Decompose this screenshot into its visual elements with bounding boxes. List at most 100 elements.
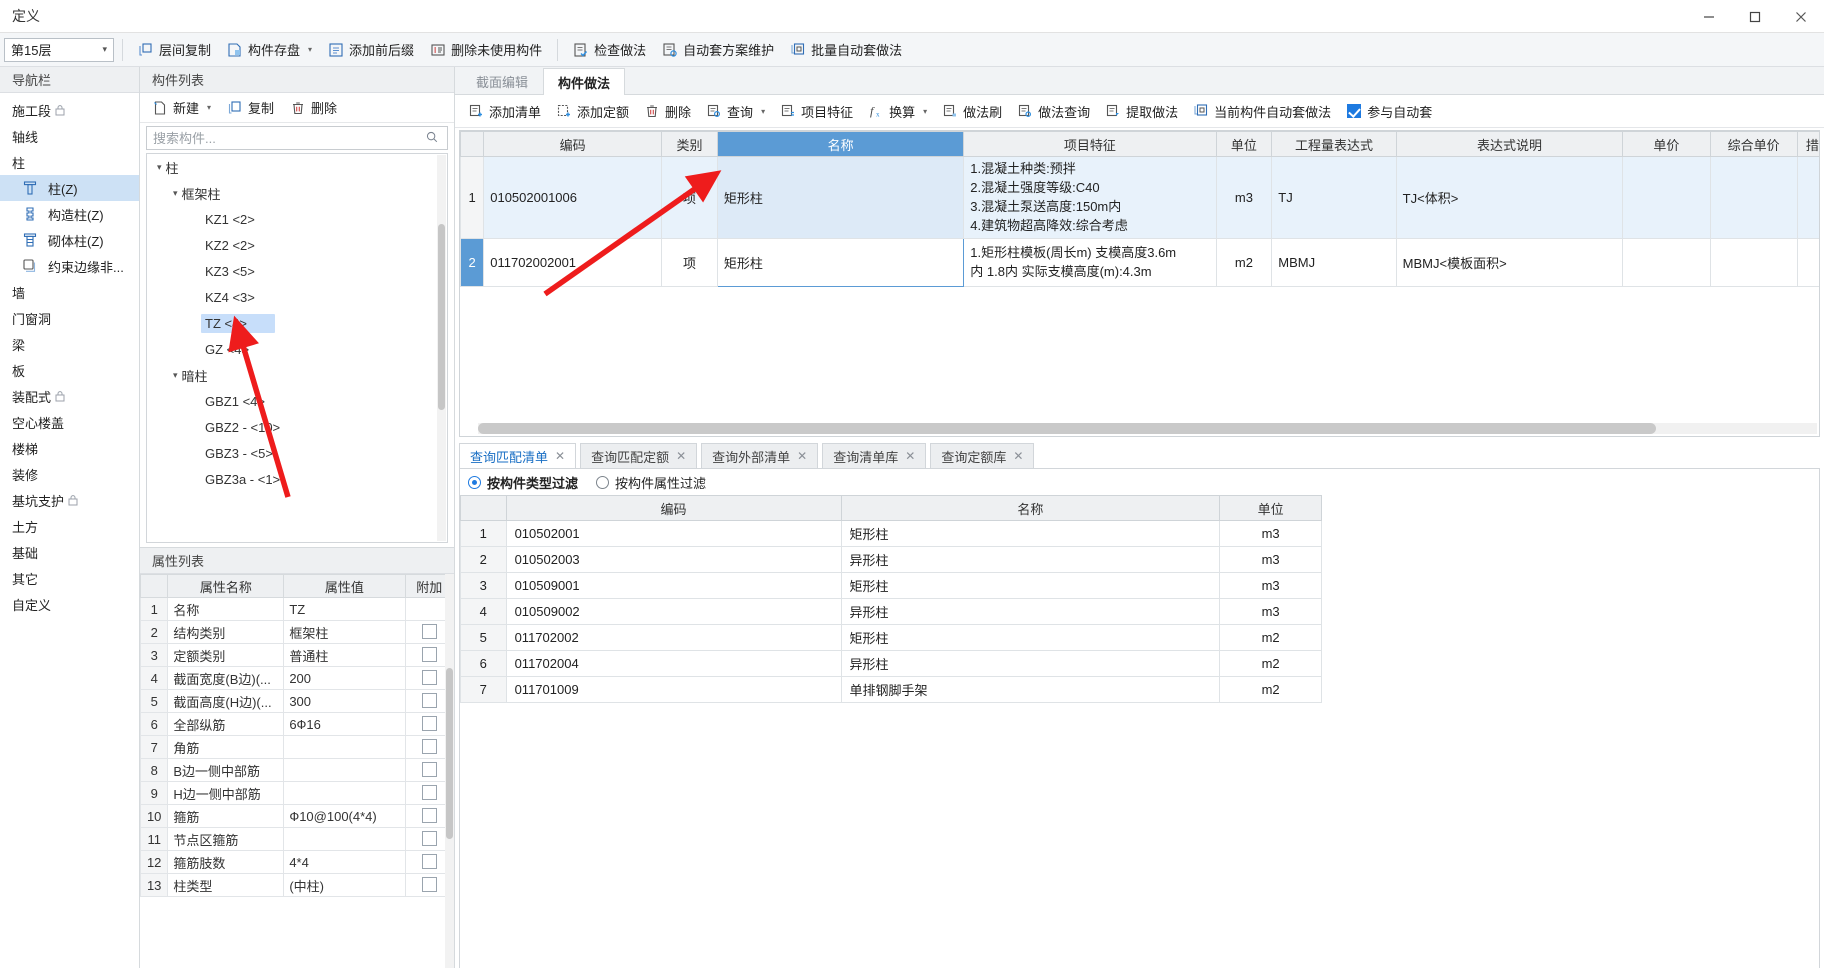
table-row[interactable]: 10 箍筋 Ф10@100(4*4) (140, 804, 454, 828)
auto-scheme-button[interactable]: 自动套方案维护 (655, 37, 781, 63)
sidebar-item-constraint-edge[interactable]: 约束边缘非... (0, 253, 139, 279)
attach-checkbox[interactable] (421, 853, 437, 869)
nav-item-slab[interactable]: 板 (0, 357, 139, 383)
nav-item-custom[interactable]: 自定义 (0, 591, 139, 617)
cell-expr-desc[interactable]: MBMJ<模板面积> (1395, 238, 1624, 288)
col-name[interactable]: 名称 (716, 131, 965, 157)
cell-comp-price[interactable] (1709, 238, 1798, 288)
table-row[interactable]: 4 010509002 异形柱 m3 (460, 598, 1322, 625)
convert-button[interactable]: f x 换算 ▾ (861, 98, 934, 124)
col-comp-price[interactable]: 综合单价 (1709, 131, 1798, 157)
table-row[interactable]: 1 名称 TZ (140, 597, 454, 621)
property-value[interactable] (283, 827, 406, 851)
cell-extra[interactable] (1796, 238, 1819, 288)
nav-item-other[interactable]: 其它 (0, 565, 139, 591)
col-unit[interactable]: 单位 (1215, 131, 1273, 157)
add-quota-button[interactable]: 添加定额 (549, 98, 636, 124)
property-value[interactable]: 框架柱 (283, 620, 406, 644)
batch-auto-method-button[interactable]: 批量自动套做法 (783, 37, 909, 63)
delete-method-button[interactable]: 删除 (637, 98, 698, 124)
radio-indicator[interactable] (468, 475, 481, 489)
cell-name[interactable]: 矩形柱 (716, 238, 965, 288)
project-feature-button[interactable]: 项目特征 (773, 98, 860, 124)
cell-qty-expr[interactable]: TJ (1271, 155, 1397, 240)
cell-name[interactable]: 矩形柱 (716, 155, 965, 240)
tree-node[interactable]: ▾ 柱 (147, 154, 447, 180)
nav-item-hollow-floor[interactable]: 空心楼盖 (0, 409, 139, 435)
property-value[interactable]: (中柱) (283, 873, 406, 897)
attach-checkbox[interactable] (421, 669, 437, 685)
nav-item-foundation[interactable]: 基础 (0, 539, 139, 565)
radio-indicator[interactable] (596, 475, 610, 489)
minimize-button[interactable] (1686, 0, 1732, 33)
tree-scrollbar-thumb[interactable] (438, 224, 445, 410)
property-scrollbar[interactable] (445, 574, 454, 968)
method-grid-hscrollbar[interactable] (478, 423, 1817, 434)
auto-apply-method-button[interactable]: 当前构件自动套做法 (1186, 98, 1338, 124)
col-code[interactable]: 编码 (483, 131, 663, 157)
sidebar-item-column-z[interactable]: 柱(Z) (0, 175, 139, 201)
attach-checkbox[interactable] (421, 807, 437, 823)
nav-item-beam[interactable]: 梁 (0, 331, 139, 357)
nav-item-column[interactable]: 柱 (0, 149, 139, 175)
property-value[interactable] (283, 735, 406, 759)
floor-select[interactable]: 第15层 ▾ (4, 37, 114, 62)
radio-filter-by-component-property[interactable]: 按构件属性过滤 (596, 473, 706, 492)
property-value[interactable]: TZ (283, 597, 406, 621)
tree-node[interactable]: KZ4 <3> (147, 284, 447, 310)
close-icon[interactable]: ✕ (676, 449, 686, 463)
table-row[interactable]: 2 011702002001 项 矩形柱 1.矩形柱模板(周长m) 支模高度3.… (460, 238, 1819, 288)
col-category[interactable]: 类别 (661, 131, 718, 157)
tree-node[interactable]: KZ3 <5> (147, 258, 447, 284)
table-row[interactable]: 7 角筋 (140, 735, 454, 759)
tab-query-matching-list[interactable]: 查询匹配清单 ✕ (459, 443, 577, 468)
property-value[interactable]: 普通柱 (283, 643, 406, 667)
query-button[interactable]: 查询 ▾ (699, 98, 772, 124)
sidebar-item-structural-column-z[interactable]: 构造柱(Z) (0, 201, 139, 227)
extract-method-button[interactable]: 提取做法 (1098, 98, 1185, 124)
col-price[interactable]: 单价 (1622, 131, 1711, 157)
save-component-button[interactable]: 构件存盘 ▾ (220, 37, 319, 63)
cell-category[interactable]: 项 (661, 238, 718, 288)
tree-node[interactable]: GZ <4> (147, 336, 447, 362)
tree-node[interactable]: ▾ 框架柱 (147, 180, 447, 206)
col-qty-expr[interactable]: 工程量表达式 (1271, 131, 1397, 157)
close-icon[interactable]: ✕ (797, 449, 807, 463)
table-row[interactable]: 7 011701009 单排钢脚手架 m2 (460, 676, 1322, 703)
copy-between-floors-button[interactable]: 层间复制 (131, 37, 218, 63)
tab-component-method[interactable]: 构件做法 (543, 68, 626, 95)
chevron-down-icon[interactable]: ▾ (173, 370, 178, 381)
tree-node-selected[interactable]: TZ <4> (147, 310, 447, 336)
cell-qty-expr[interactable]: MBMJ (1271, 238, 1397, 288)
cell-unit[interactable]: m2 (1215, 238, 1273, 288)
nav-item-foundation-pit[interactable]: 基坑支护 (0, 487, 139, 513)
property-value[interactable]: 300 (283, 689, 406, 713)
property-value[interactable] (283, 781, 406, 805)
table-row[interactable]: 2 010502003 异形柱 m3 (460, 546, 1322, 573)
cell-project-feature[interactable]: 1.矩形柱模板(周长m) 支模高度3.6m 内 1.8内 实际支模高度(m):4… (963, 238, 1217, 288)
query-col-unit[interactable]: 单位 (1219, 495, 1322, 521)
method-query-button[interactable]: 做法查询 (1010, 98, 1097, 124)
tab-query-external-list[interactable]: 查询外部清单 ✕ (701, 443, 819, 468)
property-value[interactable]: 4*4 (283, 850, 406, 874)
attach-checkbox[interactable] (421, 738, 437, 754)
table-row[interactable]: 13 柱类型 (中柱) (140, 873, 454, 897)
attach-checkbox[interactable] (421, 646, 437, 662)
tree-node[interactable]: GBZ3 - <5> (147, 440, 447, 466)
cell-extra[interactable] (1796, 155, 1819, 240)
tab-query-quota-library[interactable]: 查询定额库 ✕ (930, 443, 1035, 468)
table-row[interactable]: 8 B边一侧中部筋 (140, 758, 454, 782)
close-icon[interactable]: ✕ (555, 449, 565, 463)
table-row[interactable]: 3 010509001 矩形柱 m3 (460, 572, 1322, 599)
cell-unit[interactable]: m3 (1215, 155, 1273, 240)
table-row[interactable]: 2 结构类别 框架柱 (140, 620, 454, 644)
maximize-button[interactable] (1732, 0, 1778, 33)
table-row[interactable]: 3 定额类别 普通柱 (140, 643, 454, 667)
cell-comp-price[interactable] (1709, 155, 1798, 240)
nav-item-wall[interactable]: 墙 (0, 279, 139, 305)
sidebar-item-masonry-column-z[interactable]: 砌体柱(Z) (0, 227, 139, 253)
method-brush-button[interactable]: 做法刷 (935, 98, 1009, 124)
close-button[interactable] (1778, 0, 1824, 33)
cell-category[interactable]: 项 (661, 155, 718, 240)
attach-checkbox[interactable] (421, 692, 437, 708)
